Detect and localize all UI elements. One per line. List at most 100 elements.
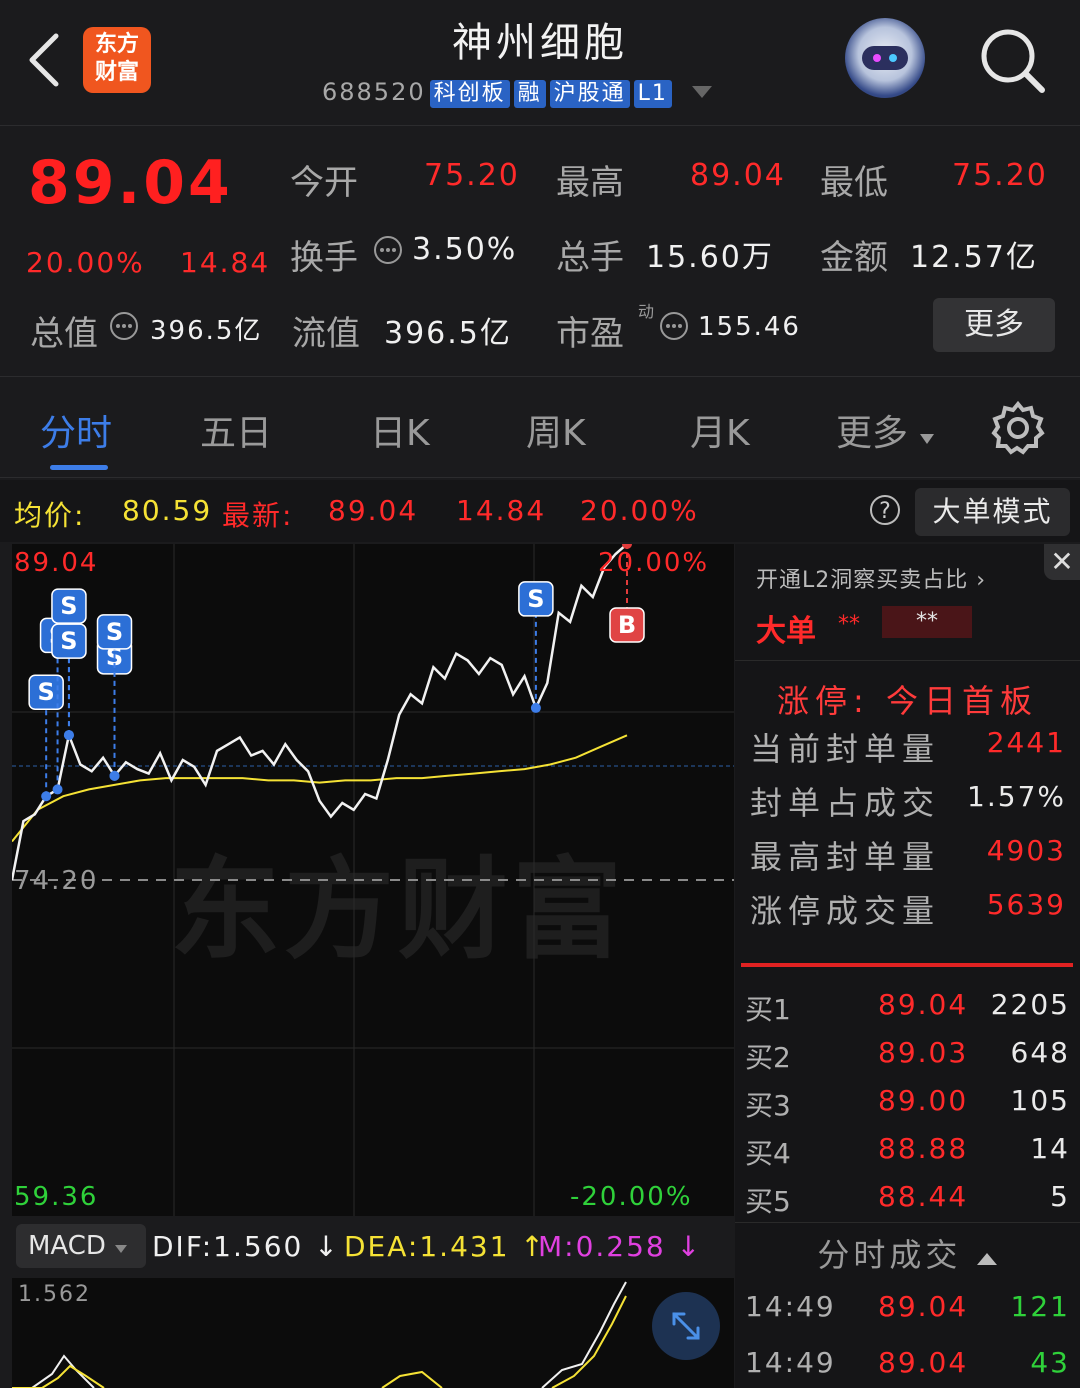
stat-value: 4903 xyxy=(986,834,1066,867)
stock-code-row[interactable]: 688520 科创板融沪股通 L1 xyxy=(322,78,714,108)
macd-chart-svg xyxy=(12,1281,627,1388)
bid-label: 买2 xyxy=(745,1041,791,1074)
tab-intraday[interactable]: 分时 xyxy=(40,404,112,456)
latest-pct: 20.00% xyxy=(580,494,699,527)
amount-value: 12.57亿 xyxy=(910,240,1038,275)
tab-weekly-k[interactable]: 周K xyxy=(526,404,586,456)
float-value: 396.5亿 xyxy=(384,316,512,351)
l2-upgrade-link[interactable]: 开通L2洞察买卖占比 › xyxy=(756,562,986,594)
tab-daily-k[interactable]: 日K xyxy=(370,404,430,456)
macd-top-value: 1.562 xyxy=(18,1282,91,1307)
stat-label: 当前封单量 xyxy=(750,730,941,768)
info-dots-icon[interactable] xyxy=(108,310,140,342)
back-icon[interactable] xyxy=(24,30,64,90)
dropdown-caret-icon xyxy=(691,86,712,98)
trade-marker-label: S xyxy=(106,618,123,646)
mktcap-value: 396.5亿 xyxy=(150,316,263,346)
more-button[interactable]: 更多 xyxy=(933,298,1055,352)
close-icon[interactable]: ✕ xyxy=(1044,544,1080,580)
tag-level: L1 xyxy=(633,80,672,108)
pe-superscript: 动 xyxy=(638,302,655,321)
trade-marker-dot xyxy=(63,730,74,741)
caret-up-icon xyxy=(976,1253,997,1265)
tab-5day[interactable]: 五日 xyxy=(200,404,272,456)
stat-value: 2441 xyxy=(986,726,1066,759)
trades-header[interactable]: 分时成交 xyxy=(735,1230,1080,1276)
expand-button[interactable] xyxy=(652,1292,720,1360)
bid-volume: 14 xyxy=(1030,1132,1070,1165)
amount-label: 金额 xyxy=(820,238,888,278)
price-chart-svg: SSSSSSSB xyxy=(12,544,734,1216)
big-order-label: 大单 xyxy=(756,614,816,649)
eastmoney-logo[interactable]: 东方 财富 xyxy=(83,27,151,93)
float-label: 流值 xyxy=(292,314,360,354)
trade-marker-label: S xyxy=(60,627,77,655)
divider xyxy=(735,660,1080,661)
trade-marker-label: B xyxy=(618,611,636,639)
bid-price: 88.44 xyxy=(878,1180,969,1213)
limit-up-title: 涨停: 今日首板 xyxy=(777,682,1038,720)
latest-label: 最新: xyxy=(222,499,294,532)
stat-value: 5639 xyxy=(986,888,1066,921)
macd-label: MACD xyxy=(28,1231,106,1261)
bid-label: 买3 xyxy=(745,1089,791,1122)
tab-more[interactable]: 更多 xyxy=(836,404,935,456)
latest-value: 89.04 xyxy=(328,494,419,527)
macd-dea-value: DEA:1.431 xyxy=(344,1230,510,1263)
trade-marker-label: S xyxy=(60,592,77,620)
axis-bottom-pct: -20.00% xyxy=(570,1182,693,1212)
big-order-mode-button[interactable]: 大单模式 xyxy=(915,488,1070,536)
axis-bottom-price: 59.36 xyxy=(14,1182,99,1212)
bid-price: 89.04 xyxy=(878,988,969,1021)
help-icon[interactable]: ? xyxy=(870,495,900,525)
trade-volume: 121 xyxy=(1010,1290,1070,1323)
tab-more-label: 更多 xyxy=(836,413,909,454)
tag-star-market: 科创板 xyxy=(429,80,510,108)
turnover-label: 换手 xyxy=(290,238,358,278)
trade-time: 14:49 xyxy=(745,1346,836,1379)
trade-price: 89.04 xyxy=(878,1346,969,1379)
macd-dif-value: DIF:1.560 xyxy=(152,1230,304,1263)
tag-connect: 沪股通 xyxy=(549,80,630,108)
macd-selector[interactable]: MACD xyxy=(16,1224,146,1268)
expand-arrows-icon xyxy=(672,1312,700,1340)
axis-top-pct: 20.00% xyxy=(598,548,710,578)
open-value: 75.20 xyxy=(424,158,520,193)
settings-gear-icon[interactable] xyxy=(990,400,1046,456)
bid-label: 买1 xyxy=(745,993,791,1026)
tab-active-indicator xyxy=(50,465,108,470)
stat-label: 封单占成交 xyxy=(750,784,941,822)
tag-margin: 融 xyxy=(513,80,546,108)
bid-volume: 648 xyxy=(1010,1036,1070,1069)
avg-label: 均价: xyxy=(14,499,86,532)
bid-volume: 105 xyxy=(1010,1084,1070,1117)
bid-label: 买5 xyxy=(745,1185,791,1218)
bid-separator xyxy=(741,963,1073,967)
trade-marker-label: S xyxy=(527,585,544,613)
stat-label: 最高封单量 xyxy=(750,838,941,876)
bid-volume: 5 xyxy=(1050,1180,1070,1213)
search-icon[interactable] xyxy=(978,26,1046,94)
avg-price-line xyxy=(12,734,628,843)
axis-prev-close: 74.20 xyxy=(14,866,99,896)
change-amount: 14.84 xyxy=(180,246,271,279)
tab-monthly-k[interactable]: 月K xyxy=(690,404,750,456)
stat-label: 涨停成交量 xyxy=(750,892,941,930)
trade-marker-dot xyxy=(52,784,63,795)
big-order-value: ** xyxy=(882,606,972,638)
info-dots-icon[interactable] xyxy=(372,234,404,266)
macd-dea: DEA:1.431 ↑ xyxy=(344,1230,546,1263)
stock-name: 神州细胞 xyxy=(452,20,628,66)
robot-face-icon xyxy=(862,46,908,70)
bid-price: 88.88 xyxy=(878,1132,969,1165)
info-dots-icon[interactable] xyxy=(658,310,690,342)
avg-value: 80.59 xyxy=(122,494,213,527)
bid-price: 89.03 xyxy=(878,1036,969,1069)
chevron-right-icon: › xyxy=(976,568,987,593)
macd-m-value: M:0.258 xyxy=(538,1230,666,1263)
bid-label: 买4 xyxy=(745,1137,791,1170)
axis-top-price: 89.04 xyxy=(14,548,99,578)
logo-line2: 财富 xyxy=(94,60,139,85)
chevron-down-icon xyxy=(115,1245,128,1253)
low-label: 最低 xyxy=(820,163,888,203)
